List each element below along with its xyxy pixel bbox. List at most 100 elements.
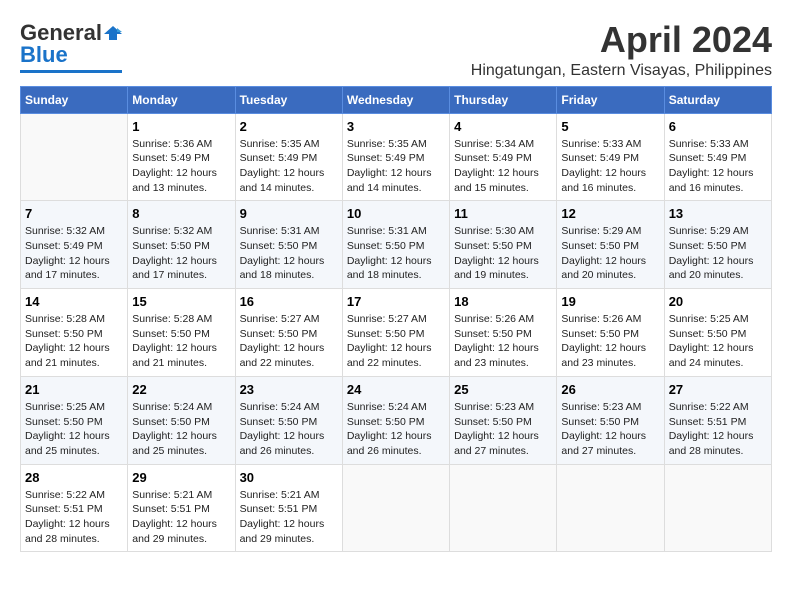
cell-content: Sunrise: 5:31 AM Sunset: 5:50 PM Dayligh… [240,224,338,283]
cell-content: Sunrise: 5:26 AM Sunset: 5:50 PM Dayligh… [561,312,659,371]
sunrise-text: Sunrise: 5:29 AM [561,225,641,237]
day-number: 5 [561,119,659,134]
calendar-cell: 4 Sunrise: 5:34 AM Sunset: 5:49 PM Dayli… [450,113,557,201]
calendar-cell [21,113,128,201]
calendar-cell [450,464,557,552]
day-number: 6 [669,119,767,134]
sunset-text: Sunset: 5:50 PM [240,328,318,340]
daylight-text: Daylight: 12 hours and 29 minutes. [132,518,217,545]
cell-content: Sunrise: 5:28 AM Sunset: 5:50 PM Dayligh… [25,312,123,371]
cell-content: Sunrise: 5:32 AM Sunset: 5:49 PM Dayligh… [25,224,123,283]
cell-content: Sunrise: 5:29 AM Sunset: 5:50 PM Dayligh… [669,224,767,283]
calendar-cell: 10 Sunrise: 5:31 AM Sunset: 5:50 PM Dayl… [342,201,449,289]
col-saturday: Saturday [664,86,771,113]
cell-content: Sunrise: 5:24 AM Sunset: 5:50 PM Dayligh… [240,400,338,459]
day-number: 25 [454,382,552,397]
sunset-text: Sunset: 5:50 PM [132,328,210,340]
day-number: 4 [454,119,552,134]
day-number: 17 [347,294,445,309]
calendar-cell: 12 Sunrise: 5:29 AM Sunset: 5:50 PM Dayl… [557,201,664,289]
cell-content: Sunrise: 5:21 AM Sunset: 5:51 PM Dayligh… [240,488,338,547]
sunset-text: Sunset: 5:50 PM [347,416,425,428]
sunrise-text: Sunrise: 5:35 AM [347,138,427,150]
daylight-text: Daylight: 12 hours and 15 minutes. [454,167,539,194]
sunrise-text: Sunrise: 5:34 AM [454,138,534,150]
sunrise-text: Sunrise: 5:24 AM [132,401,212,413]
sunrise-text: Sunrise: 5:35 AM [240,138,320,150]
sunset-text: Sunset: 5:49 PM [561,152,639,164]
logo: General Blue [20,20,122,73]
sunset-text: Sunset: 5:51 PM [25,503,103,515]
daylight-text: Daylight: 12 hours and 14 minutes. [240,167,325,194]
col-friday: Friday [557,86,664,113]
col-sunday: Sunday [21,86,128,113]
calendar-cell: 16 Sunrise: 5:27 AM Sunset: 5:50 PM Dayl… [235,289,342,377]
logo-blue: Blue [20,42,68,68]
calendar-cell: 25 Sunrise: 5:23 AM Sunset: 5:50 PM Dayl… [450,376,557,464]
cell-content: Sunrise: 5:23 AM Sunset: 5:50 PM Dayligh… [454,400,552,459]
sunset-text: Sunset: 5:50 PM [561,240,639,252]
calendar-cell [664,464,771,552]
sunrise-text: Sunrise: 5:27 AM [240,313,320,325]
daylight-text: Daylight: 12 hours and 19 minutes. [454,255,539,282]
day-number: 29 [132,470,230,485]
daylight-text: Daylight: 12 hours and 27 minutes. [454,430,539,457]
cell-content: Sunrise: 5:29 AM Sunset: 5:50 PM Dayligh… [561,224,659,283]
col-tuesday: Tuesday [235,86,342,113]
daylight-text: Daylight: 12 hours and 18 minutes. [240,255,325,282]
day-number: 19 [561,294,659,309]
sunset-text: Sunset: 5:49 PM [454,152,532,164]
daylight-text: Daylight: 12 hours and 20 minutes. [561,255,646,282]
location-title: Hingatungan, Eastern Visayas, Philippine… [471,62,772,80]
daylight-text: Daylight: 12 hours and 17 minutes. [132,255,217,282]
day-number: 30 [240,470,338,485]
daylight-text: Daylight: 12 hours and 13 minutes. [132,167,217,194]
sunrise-text: Sunrise: 5:24 AM [240,401,320,413]
daylight-text: Daylight: 12 hours and 24 minutes. [669,342,754,369]
daylight-text: Daylight: 12 hours and 20 minutes. [669,255,754,282]
daylight-text: Daylight: 12 hours and 16 minutes. [669,167,754,194]
cell-content: Sunrise: 5:27 AM Sunset: 5:50 PM Dayligh… [240,312,338,371]
sunrise-text: Sunrise: 5:32 AM [25,225,105,237]
calendar-week-row: 7 Sunrise: 5:32 AM Sunset: 5:49 PM Dayli… [21,201,772,289]
cell-content: Sunrise: 5:22 AM Sunset: 5:51 PM Dayligh… [25,488,123,547]
daylight-text: Daylight: 12 hours and 28 minutes. [669,430,754,457]
sunrise-text: Sunrise: 5:24 AM [347,401,427,413]
sunset-text: Sunset: 5:50 PM [347,240,425,252]
day-number: 18 [454,294,552,309]
day-number: 22 [132,382,230,397]
calendar-cell: 13 Sunrise: 5:29 AM Sunset: 5:50 PM Dayl… [664,201,771,289]
sunset-text: Sunset: 5:50 PM [240,240,318,252]
calendar-cell: 20 Sunrise: 5:25 AM Sunset: 5:50 PM Dayl… [664,289,771,377]
calendar-cell: 22 Sunrise: 5:24 AM Sunset: 5:50 PM Dayl… [128,376,235,464]
sunset-text: Sunset: 5:50 PM [669,328,747,340]
daylight-text: Daylight: 12 hours and 21 minutes. [132,342,217,369]
cell-content: Sunrise: 5:24 AM Sunset: 5:50 PM Dayligh… [132,400,230,459]
sunset-text: Sunset: 5:50 PM [132,240,210,252]
sunrise-text: Sunrise: 5:22 AM [25,489,105,501]
cell-content: Sunrise: 5:21 AM Sunset: 5:51 PM Dayligh… [132,488,230,547]
cell-content: Sunrise: 5:24 AM Sunset: 5:50 PM Dayligh… [347,400,445,459]
day-number: 8 [132,206,230,221]
sunrise-text: Sunrise: 5:23 AM [561,401,641,413]
sunrise-text: Sunrise: 5:33 AM [669,138,749,150]
day-number: 16 [240,294,338,309]
calendar-header-row: Sunday Monday Tuesday Wednesday Thursday… [21,86,772,113]
sunrise-text: Sunrise: 5:21 AM [240,489,320,501]
daylight-text: Daylight: 12 hours and 23 minutes. [454,342,539,369]
daylight-text: Daylight: 12 hours and 28 minutes. [25,518,110,545]
calendar-cell: 7 Sunrise: 5:32 AM Sunset: 5:49 PM Dayli… [21,201,128,289]
day-number: 14 [25,294,123,309]
sunrise-text: Sunrise: 5:21 AM [132,489,212,501]
calendar-cell: 15 Sunrise: 5:28 AM Sunset: 5:50 PM Dayl… [128,289,235,377]
day-number: 28 [25,470,123,485]
day-number: 13 [669,206,767,221]
day-number: 7 [25,206,123,221]
calendar-cell: 11 Sunrise: 5:30 AM Sunset: 5:50 PM Dayl… [450,201,557,289]
calendar-cell: 24 Sunrise: 5:24 AM Sunset: 5:50 PM Dayl… [342,376,449,464]
sunrise-text: Sunrise: 5:25 AM [25,401,105,413]
cell-content: Sunrise: 5:25 AM Sunset: 5:50 PM Dayligh… [669,312,767,371]
sunset-text: Sunset: 5:50 PM [132,416,210,428]
cell-content: Sunrise: 5:22 AM Sunset: 5:51 PM Dayligh… [669,400,767,459]
sunset-text: Sunset: 5:50 PM [669,240,747,252]
